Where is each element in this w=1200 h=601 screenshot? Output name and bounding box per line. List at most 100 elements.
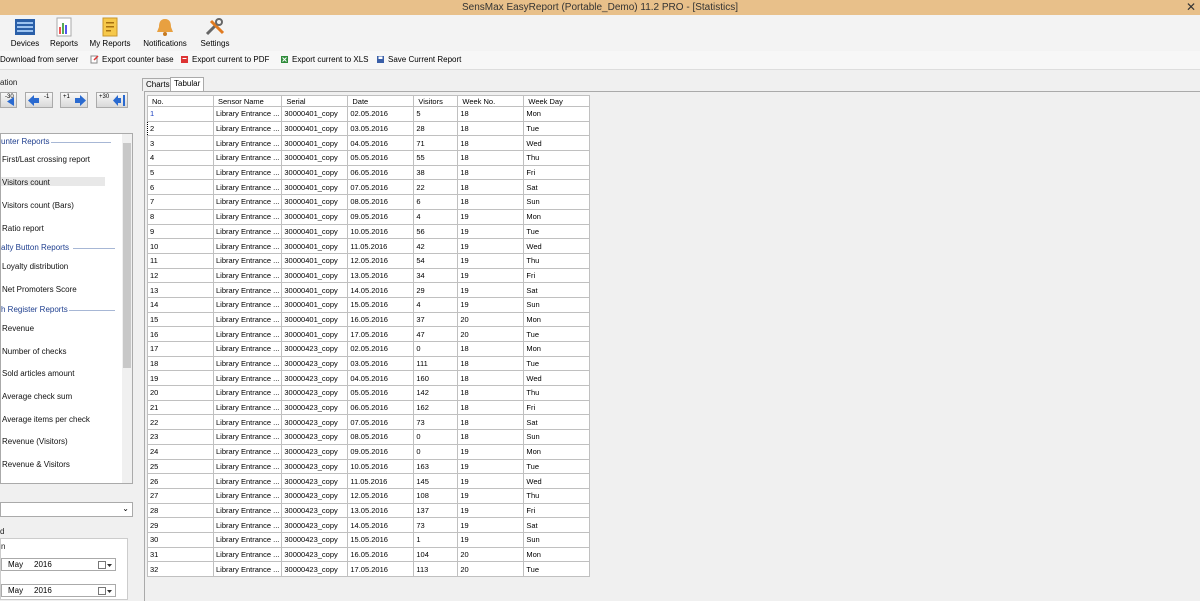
table-cell[interactable]: 04.05.2016	[347, 370, 415, 387]
table-cell[interactable]: 30000401_copy	[281, 223, 349, 240]
table-cell[interactable]: 08.05.2016	[347, 194, 415, 210]
table-cell[interactable]: 47	[413, 326, 459, 342]
table-cell[interactable]: 18	[457, 194, 525, 210]
report-net-promoters-score[interactable]: Net Promoters Score	[2, 285, 77, 294]
table-cell[interactable]: 4	[147, 150, 214, 166]
table-row[interactable]: 24 Library Entrance ... 30000423_copy 09.05…	[147, 443, 591, 460]
table-row[interactable]: 9 Library Entrance ... 30000401_copy 10.05.…	[147, 223, 591, 240]
forward-30-button[interactable]: +30	[96, 92, 128, 108]
col-header-date[interactable]: Date	[347, 95, 415, 107]
table-cell[interactable]: Sun	[523, 531, 591, 548]
table-cell[interactable]: 30000401_copy	[281, 296, 349, 313]
table-cell[interactable]: 03.05.2016	[347, 355, 415, 372]
table-cell[interactable]: 37	[413, 311, 459, 328]
report-ratio[interactable]: Ratio report	[2, 224, 44, 233]
table-cell[interactable]: Mon	[523, 341, 591, 357]
table-cell[interactable]: 19	[457, 531, 525, 548]
table-cell[interactable]: 25	[147, 458, 214, 475]
table-row[interactable]: 1 Library Entrance ... 30000401_copy 02.05.…	[147, 106, 591, 122]
table-cell[interactable]: 145	[413, 473, 459, 489]
table-cell[interactable]: 55	[413, 150, 459, 166]
table-row[interactable]: 31 Library Entrance ... 30000423_copy 16.05…	[147, 546, 591, 563]
table-cell[interactable]: 73	[413, 414, 459, 431]
table-cell[interactable]: 02.05.2016	[347, 341, 415, 357]
table-cell[interactable]: Library Entrance ...	[212, 429, 283, 445]
table-cell[interactable]: 18	[457, 385, 525, 401]
table-cell[interactable]: Library Entrance ...	[212, 296, 283, 313]
my-reports-button[interactable]: My Reports	[88, 17, 132, 48]
col-header-serial[interactable]: Serial	[281, 95, 349, 107]
download-from-server-button[interactable]: Download from server	[0, 55, 78, 64]
table-cell[interactable]: 7	[147, 194, 214, 210]
table-cell[interactable]: 71	[413, 135, 459, 152]
table-cell[interactable]: 108	[413, 487, 459, 504]
table-cell[interactable]: 0	[413, 443, 459, 460]
table-cell[interactable]: 10	[147, 238, 214, 254]
table-cell[interactable]: 30000423_copy	[281, 429, 349, 445]
table-cell[interactable]: 19	[457, 252, 525, 269]
report-loyalty-distribution[interactable]: Loyalty distribution	[2, 262, 68, 271]
table-cell[interactable]: 14.05.2016	[347, 517, 415, 533]
table-cell[interactable]: 8	[147, 208, 214, 225]
table-row[interactable]: 3 Library Entrance ... 30000401_copy 04.05.…	[147, 135, 591, 152]
table-row[interactable]: 2 Library Entrance ... 30000401_copy 03.05.…	[147, 120, 591, 137]
table-cell[interactable]: 03.05.2016	[347, 120, 415, 137]
table-cell[interactable]: Sat	[523, 282, 591, 298]
table-cell[interactable]: Library Entrance ...	[212, 238, 283, 254]
table-row[interactable]: 8 Library Entrance ... 30000401_copy 09.05.…	[147, 208, 591, 225]
calendar-dropdown-icon[interactable]	[98, 561, 112, 569]
table-cell[interactable]: 18	[457, 355, 525, 372]
table-cell[interactable]: Sat	[523, 414, 591, 431]
table-cell[interactable]: 34	[413, 267, 459, 284]
table-cell[interactable]: Library Entrance ...	[212, 179, 283, 196]
table-cell[interactable]: 137	[413, 502, 459, 519]
table-cell[interactable]: 26	[147, 473, 214, 489]
table-cell[interactable]: Wed	[523, 238, 591, 254]
table-cell[interactable]: Library Entrance ...	[212, 267, 283, 284]
table-cell[interactable]: 06.05.2016	[347, 399, 415, 416]
table-row[interactable]: 11 Library Entrance ... 30000401_copy 12.05…	[147, 252, 591, 269]
table-cell[interactable]: 18	[457, 135, 525, 152]
close-icon[interactable]: ✕	[1186, 0, 1196, 14]
table-cell[interactable]: 6	[147, 179, 214, 196]
table-cell[interactable]: 19	[457, 458, 525, 475]
table-cell[interactable]: Library Entrance ...	[212, 106, 283, 122]
calendar-dropdown-icon[interactable]	[98, 587, 112, 595]
col-header-sensor-name[interactable]: Sensor Name	[212, 95, 283, 107]
table-cell[interactable]: Fri	[523, 267, 591, 284]
table-cell[interactable]: 12.05.2016	[347, 252, 415, 269]
table-cell[interactable]: 08.05.2016	[347, 429, 415, 445]
table-cell[interactable]: 30000423_copy	[281, 561, 349, 577]
table-cell[interactable]: 30000401_copy	[281, 311, 349, 328]
table-cell[interactable]: 11.05.2016	[347, 473, 415, 489]
table-cell[interactable]: 18	[457, 179, 525, 196]
table-cell[interactable]: Fri	[523, 502, 591, 519]
table-cell[interactable]: Library Entrance ...	[212, 561, 283, 577]
table-cell[interactable]: 30000423_copy	[281, 458, 349, 475]
report-sold-articles[interactable]: Sold articles amount	[2, 369, 74, 378]
table-row[interactable]: 26 Library Entrance ... 30000423_copy 11.05…	[147, 473, 591, 489]
table-cell[interactable]: 18	[147, 355, 214, 372]
table-cell[interactable]: 30000423_copy	[281, 370, 349, 387]
table-cell[interactable]: 10.05.2016	[347, 223, 415, 240]
table-cell[interactable]: Library Entrance ...	[212, 370, 283, 387]
reports-button[interactable]: Reports	[48, 17, 80, 48]
table-cell[interactable]: 5	[147, 164, 214, 181]
tab-tabular[interactable]: Tabular	[170, 77, 205, 91]
table-cell[interactable]: 19	[457, 223, 525, 240]
table-cell[interactable]: Library Entrance ...	[212, 473, 283, 489]
table-cell[interactable]: Library Entrance ...	[212, 208, 283, 225]
table-row[interactable]: 27 Library Entrance ... 30000423_copy 12.05…	[147, 487, 591, 504]
export-xls-button[interactable]: Export current to XLS	[280, 55, 368, 64]
table-cell[interactable]: Wed	[523, 135, 591, 152]
table-cell[interactable]: 18	[457, 106, 525, 122]
table-cell[interactable]: 30000423_copy	[281, 531, 349, 548]
table-row[interactable]: 13 Library Entrance ... 30000401_copy 14.05…	[147, 282, 591, 298]
report-revenue-visitors[interactable]: Revenue (Visitors)	[2, 437, 68, 446]
table-cell[interactable]: Library Entrance ...	[212, 531, 283, 548]
table-cell[interactable]: 19	[457, 282, 525, 298]
report-visitors-count[interactable]: Visitors count	[2, 178, 50, 187]
table-cell[interactable]: 113	[413, 561, 459, 577]
table-cell[interactable]: Sat	[523, 179, 591, 196]
table-cell[interactable]: Library Entrance ...	[212, 223, 283, 240]
